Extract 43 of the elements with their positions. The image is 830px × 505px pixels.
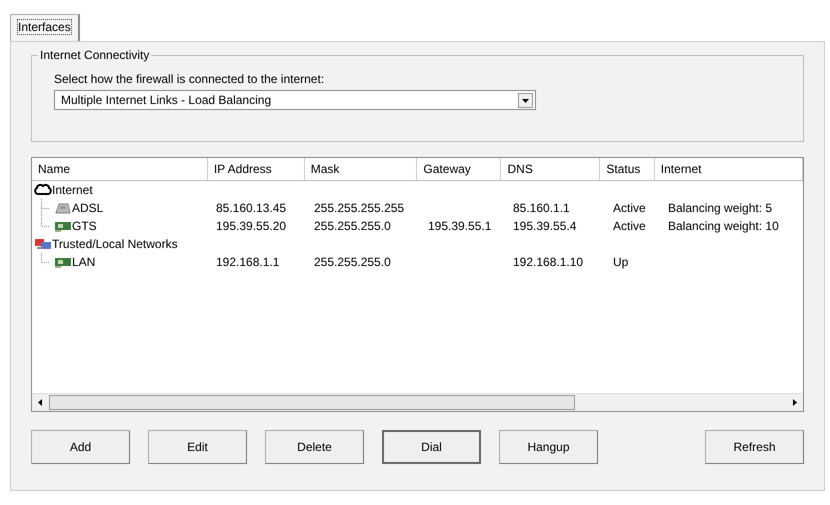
table-cell: 195.39.55.20 — [216, 219, 286, 233]
connection-dropdown[interactable]: Multiple Internet Links - Load Balancing — [54, 90, 536, 110]
interface-name[interactable]: GTS — [72, 219, 97, 233]
table-cell: Balancing weight: 10 — [668, 219, 779, 233]
table-cell: 85.160.1.1 — [513, 201, 570, 215]
network-card-icon — [54, 219, 72, 233]
action-button[interactable]: Edit — [148, 430, 247, 464]
network-icon — [34, 237, 52, 251]
table-cell: Balancing weight: 5 — [668, 201, 772, 215]
table-cell: 195.39.55.4 — [513, 219, 576, 233]
column-header[interactable]: Internet — [654, 158, 803, 180]
action-button[interactable]: Hangup — [499, 430, 598, 464]
table-cell: 192.168.1.1 — [216, 255, 280, 269]
modem-icon — [54, 201, 72, 215]
tab[interactable]: Interfaces — [10, 14, 80, 41]
action-button[interactable]: Delete — [265, 430, 364, 464]
table-cell: 255.255.255.255 — [314, 201, 404, 215]
table-cell: Active — [613, 219, 646, 233]
column-header[interactable]: Status — [600, 158, 655, 180]
interface-name[interactable]: LAN — [72, 255, 96, 269]
table-cell: 85.160.13.45 — [216, 201, 286, 215]
action-button[interactable]: Add — [31, 430, 130, 464]
table-cell: 192.168.1.10 — [513, 255, 584, 269]
cloud-icon — [34, 183, 52, 197]
group-name[interactable]: Internet — [52, 183, 93, 197]
column-header[interactable]: Gateway — [417, 158, 502, 180]
table-cell: Up — [613, 255, 628, 269]
table-cell: 255.255.255.0 — [314, 219, 391, 233]
interface-name[interactable]: ADSL — [72, 201, 104, 215]
action-button[interactable]: Dial — [382, 430, 481, 464]
network-card-icon — [54, 255, 72, 269]
action-button[interactable]: Refresh — [705, 430, 804, 464]
prompt-label: Select how the firewall is connected to the internet: — [54, 72, 326, 86]
column-header[interactable]: Mask — [304, 158, 418, 180]
column-header[interactable]: IP Address — [208, 158, 305, 180]
table-cell: Active — [613, 201, 646, 215]
column-header[interactable]: Name — [32, 158, 208, 180]
table-cell: 255.255.255.0 — [314, 255, 391, 269]
table-cell: 195.39.55.1 — [428, 219, 492, 233]
group-title: Internet Connectivity — [39, 48, 150, 62]
tree-line — [41, 253, 50, 263]
group-name[interactable]: Trusted/Local Networks — [52, 237, 178, 251]
column-header[interactable]: DNS — [501, 158, 600, 180]
